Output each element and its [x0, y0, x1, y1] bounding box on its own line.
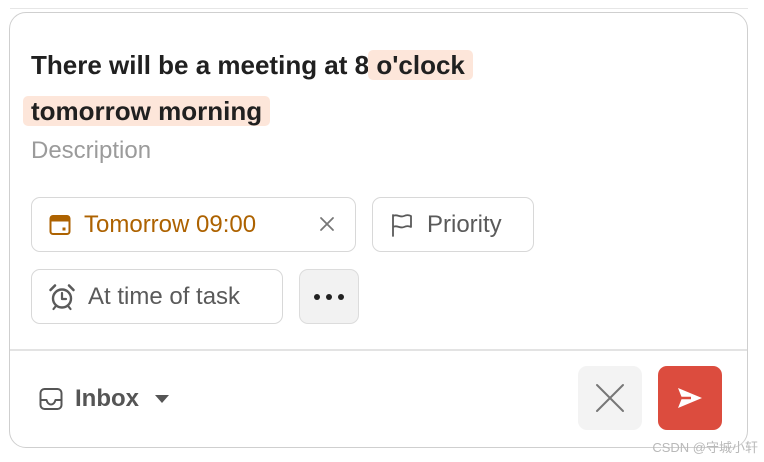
inbox-icon — [39, 388, 63, 410]
project-label: Inbox — [75, 385, 139, 412]
due-date-label: Tomorrow 09:00 — [84, 210, 257, 238]
flag-icon — [392, 213, 412, 237]
description-input[interactable]: Description — [31, 137, 151, 165]
more-horizontal-icon — [314, 293, 344, 300]
more-options-button[interactable] — [299, 269, 359, 324]
watermark: CSDN @守城小轩 — [652, 440, 758, 455]
reminder-button[interactable]: At time of task — [31, 269, 283, 324]
reminder-label: At time of task — [88, 282, 241, 310]
close-icon — [596, 384, 624, 412]
calendar-icon — [49, 214, 71, 235]
alarm-clock-icon — [49, 283, 75, 310]
task-name-input[interactable]: There will be a meeting at 8 o'clock tom… — [23, 42, 591, 134]
footer-divider — [10, 349, 747, 351]
send-icon — [678, 388, 702, 408]
top-divider — [10, 8, 748, 9]
task-name-text: There will be a meeting at 8 — [31, 50, 377, 80]
priority-button[interactable]: Priority — [372, 197, 534, 252]
priority-label: Priority — [427, 210, 502, 238]
due-date-button[interactable]: Tomorrow 09:00 — [31, 197, 356, 252]
add-task-button[interactable] — [658, 366, 722, 430]
caret-down-icon — [155, 395, 169, 403]
close-icon[interactable] — [317, 214, 337, 234]
quick-add-task-card: There will be a meeting at 8 o'clock tom… — [9, 12, 748, 448]
project-selector[interactable]: Inbox — [38, 379, 169, 419]
cancel-button[interactable] — [578, 366, 642, 430]
